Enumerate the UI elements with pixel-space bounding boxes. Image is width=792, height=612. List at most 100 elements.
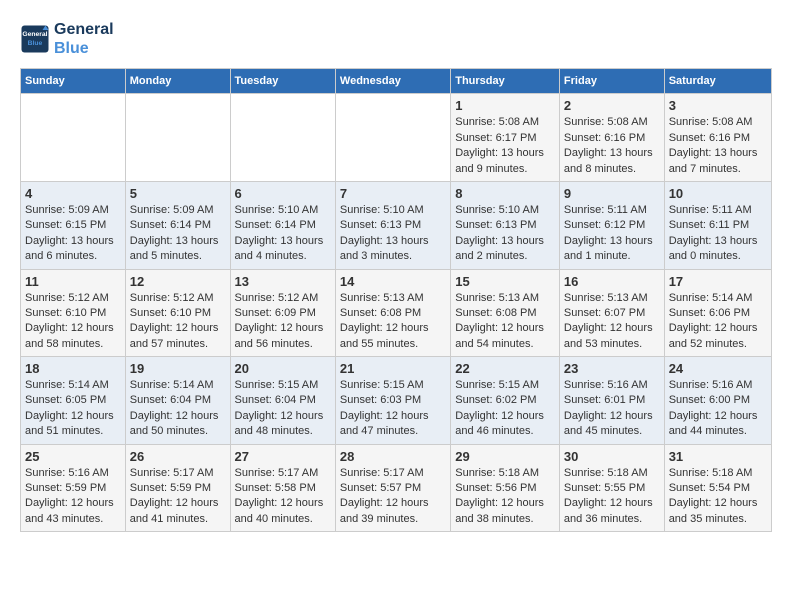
calendar-week-row: 4Sunrise: 5:09 AM Sunset: 6:15 PM Daylig… [21,181,772,269]
calendar-cell: 3 Sunrise: 5:08 AM Sunset: 6:16 PM Daylig… [664,94,771,182]
day-number: 7 [340,186,446,201]
header-friday: Friday [559,69,664,94]
day-number: 14 [340,274,446,289]
day-info: Sunrise: 5:10 AM Sunset: 6:14 PM Dayligh… [235,203,331,265]
day-info: Sunrise: 5:10 AM Sunset: 6:13 PM Dayligh… [455,203,555,265]
calendar-week-row: 18 Sunrise: 5:14 AM Sunset: 6:05 PM Dayli… [21,357,772,445]
day-number: 29 [455,449,555,464]
header-saturday: Saturday [664,69,771,94]
day-info: Sunrise: 5:11 AM Sunset: 6:11 PM Dayligh… [669,203,767,265]
day-number: 9 [564,186,660,201]
day-info: Sunrise: 5:17 AM Sunset: 5:59 PM Dayligh… [130,466,226,528]
logo-text-blue: Blue [54,39,114,58]
day-number: 22 [455,361,555,376]
day-info: Sunrise: 5:09 AM Sunset: 6:14 PM Dayligh… [130,203,226,265]
calendar-cell: 25Sunrise: 5:16 AM Sunset: 5:59 PM Dayli… [21,444,126,532]
day-number: 31 [669,449,767,464]
day-info: Sunrise: 5:09 AM Sunset: 6:15 PM Dayligh… [25,203,121,265]
calendar-body: 1Sunrise: 5:08 AM Sunset: 6:17 PM Daylig… [21,94,772,532]
calendar-cell [21,94,126,182]
day-number: 1 [455,98,555,113]
day-number: 16 [564,274,660,289]
calendar-cell: 4Sunrise: 5:09 AM Sunset: 6:15 PM Daylig… [21,181,126,269]
day-info: Sunrise: 5:15 AM Sunset: 6:03 PM Dayligh… [340,378,446,440]
day-number: 19 [130,361,226,376]
calendar-cell: 13 Sunrise: 5:12 AM Sunset: 6:09 PM Dayli… [230,269,335,357]
calendar-cell: 8 Sunrise: 5:10 AM Sunset: 6:13 PM Daylig… [451,181,560,269]
calendar-cell: 31Sunrise: 5:18 AM Sunset: 5:54 PM Dayli… [664,444,771,532]
day-info: Sunrise: 5:11 AM Sunset: 6:12 PM Dayligh… [564,203,660,265]
calendar-cell: 18 Sunrise: 5:14 AM Sunset: 6:05 PM Dayli… [21,357,126,445]
calendar-cell: 9 Sunrise: 5:11 AM Sunset: 6:12 PM Daylig… [559,181,664,269]
day-number: 25 [25,449,121,464]
day-info: Sunrise: 5:08 AM Sunset: 6:16 PM Dayligh… [669,115,767,177]
day-info: Sunrise: 5:12 AM Sunset: 6:10 PM Dayligh… [130,291,226,353]
calendar-cell: 29Sunrise: 5:18 AM Sunset: 5:56 PM Dayli… [451,444,560,532]
calendar-header: Sunday Monday Tuesday Wednesday Thursday… [21,69,772,94]
calendar-cell: 10 Sunrise: 5:11 AM Sunset: 6:11 PM Dayli… [664,181,771,269]
calendar-cell: 21 Sunrise: 5:15 AM Sunset: 6:03 PM Dayli… [335,357,450,445]
day-number: 18 [25,361,121,376]
calendar-cell: 15 Sunrise: 5:13 AM Sunset: 6:08 PM Dayli… [451,269,560,357]
calendar-week-row: 1Sunrise: 5:08 AM Sunset: 6:17 PM Daylig… [21,94,772,182]
day-info: Sunrise: 5:13 AM Sunset: 6:07 PM Dayligh… [564,291,660,353]
day-info: Sunrise: 5:15 AM Sunset: 6:02 PM Dayligh… [455,378,555,440]
calendar-cell: 12Sunrise: 5:12 AM Sunset: 6:10 PM Dayli… [125,269,230,357]
day-number: 21 [340,361,446,376]
day-number: 27 [235,449,331,464]
calendar-cell: 17 Sunrise: 5:14 AM Sunset: 6:06 PM Dayli… [664,269,771,357]
calendar-cell: 24Sunrise: 5:16 AM Sunset: 6:00 PM Dayli… [664,357,771,445]
calendar-cell: 5 Sunrise: 5:09 AM Sunset: 6:14 PM Daylig… [125,181,230,269]
day-number: 23 [564,361,660,376]
calendar-cell: 14 Sunrise: 5:13 AM Sunset: 6:08 PM Dayli… [335,269,450,357]
calendar-cell: 28Sunrise: 5:17 AM Sunset: 5:57 PM Dayli… [335,444,450,532]
header-wednesday: Wednesday [335,69,450,94]
calendar-cell: 20Sunrise: 5:15 AM Sunset: 6:04 PM Dayli… [230,357,335,445]
day-number: 13 [235,274,331,289]
day-info: Sunrise: 5:12 AM Sunset: 6:10 PM Dayligh… [25,291,121,353]
day-info: Sunrise: 5:13 AM Sunset: 6:08 PM Dayligh… [455,291,555,353]
day-info: Sunrise: 5:08 AM Sunset: 6:16 PM Dayligh… [564,115,660,177]
calendar-cell: 23 Sunrise: 5:16 AM Sunset: 6:01 PM Dayli… [559,357,664,445]
day-number: 2 [564,98,660,113]
day-number: 6 [235,186,331,201]
day-number: 3 [669,98,767,113]
day-number: 26 [130,449,226,464]
day-number: 30 [564,449,660,464]
header-thursday: Thursday [451,69,560,94]
day-number: 17 [669,274,767,289]
day-info: Sunrise: 5:14 AM Sunset: 6:06 PM Dayligh… [669,291,767,353]
day-number: 15 [455,274,555,289]
day-number: 8 [455,186,555,201]
calendar-cell [125,94,230,182]
calendar-cell: 19 Sunrise: 5:14 AM Sunset: 6:04 PM Dayli… [125,357,230,445]
svg-text:General: General [22,31,47,38]
calendar-cell: 26 Sunrise: 5:17 AM Sunset: 5:59 PM Dayli… [125,444,230,532]
calendar-cell: 2 Sunrise: 5:08 AM Sunset: 6:16 PM Daylig… [559,94,664,182]
calendar-cell [230,94,335,182]
day-number: 10 [669,186,767,201]
day-info: Sunrise: 5:16 AM Sunset: 6:01 PM Dayligh… [564,378,660,440]
day-info: Sunrise: 5:17 AM Sunset: 5:57 PM Dayligh… [340,466,446,528]
day-info: Sunrise: 5:15 AM Sunset: 6:04 PM Dayligh… [235,378,331,440]
day-info: Sunrise: 5:14 AM Sunset: 6:04 PM Dayligh… [130,378,226,440]
calendar-week-row: 25Sunrise: 5:16 AM Sunset: 5:59 PM Dayli… [21,444,772,532]
calendar-cell: 22 Sunrise: 5:15 AM Sunset: 6:02 PM Dayli… [451,357,560,445]
day-info: Sunrise: 5:13 AM Sunset: 6:08 PM Dayligh… [340,291,446,353]
day-info: Sunrise: 5:10 AM Sunset: 6:13 PM Dayligh… [340,203,446,265]
calendar-cell: 11Sunrise: 5:12 AM Sunset: 6:10 PM Dayli… [21,269,126,357]
calendar-cell: 16 Sunrise: 5:13 AM Sunset: 6:07 PM Dayli… [559,269,664,357]
page-header: General Blue General Blue [20,20,772,58]
day-info: Sunrise: 5:12 AM Sunset: 6:09 PM Dayligh… [235,291,331,353]
header-sunday: Sunday [21,69,126,94]
calendar-cell: 27Sunrise: 5:17 AM Sunset: 5:58 PM Dayli… [230,444,335,532]
calendar-cell: 1Sunrise: 5:08 AM Sunset: 6:17 PM Daylig… [451,94,560,182]
logo-text-general: General [54,20,114,39]
logo-icon: General Blue [20,24,50,54]
weekday-row: Sunday Monday Tuesday Wednesday Thursday… [21,69,772,94]
day-info: Sunrise: 5:14 AM Sunset: 6:05 PM Dayligh… [25,378,121,440]
calendar-cell: 7 Sunrise: 5:10 AM Sunset: 6:13 PM Daylig… [335,181,450,269]
day-number: 5 [130,186,226,201]
calendar-week-row: 11Sunrise: 5:12 AM Sunset: 6:10 PM Dayli… [21,269,772,357]
day-number: 24 [669,361,767,376]
